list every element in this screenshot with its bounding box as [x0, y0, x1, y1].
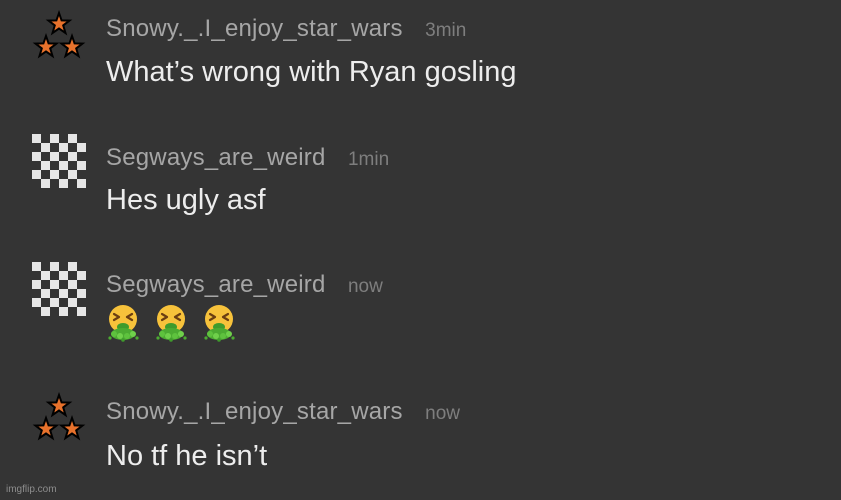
avatar[interactable] — [32, 134, 86, 188]
checkerboard-icon — [32, 262, 86, 316]
timestamp: 1min — [347, 149, 390, 170]
three-stars-icon — [34, 394, 84, 439]
watermark: imgflip.com — [6, 484, 57, 495]
vomiting-face-icon — [204, 305, 235, 342]
vomiting-face-icon — [156, 305, 187, 342]
comment-meta: Segways_are_weird now — [106, 273, 383, 297]
comment-meta: Snowy._.I_enjoy_star_wars now — [106, 400, 460, 424]
avatar[interactable] — [32, 262, 86, 316]
username[interactable]: Snowy._.I_enjoy_star_wars — [106, 398, 403, 425]
comment-text: No tf he isn’t — [106, 440, 268, 472]
username[interactable]: Snowy._.I_enjoy_star_wars — [106, 15, 403, 42]
comment-text: What’s wrong with Ryan gosling — [106, 56, 517, 88]
timestamp: 3min — [425, 20, 467, 41]
three-stars-icon — [34, 12, 84, 57]
vomiting-face-icon — [108, 305, 139, 342]
comment-meta: Snowy._.I_enjoy_star_wars 3min — [106, 17, 466, 41]
timestamp: now — [347, 276, 383, 297]
emoji-message — [104, 303, 238, 343]
username[interactable]: Segways_are_weird — [106, 271, 326, 298]
avatar[interactable] — [32, 392, 86, 446]
timestamp: now — [425, 403, 461, 424]
avatar[interactable] — [32, 10, 86, 64]
comment-meta: Segways_are_weird 1min — [106, 146, 389, 170]
comment-text: Hes ugly asf — [106, 184, 266, 216]
checkerboard-icon — [32, 134, 86, 188]
username[interactable]: Segways_are_weird — [106, 144, 326, 171]
